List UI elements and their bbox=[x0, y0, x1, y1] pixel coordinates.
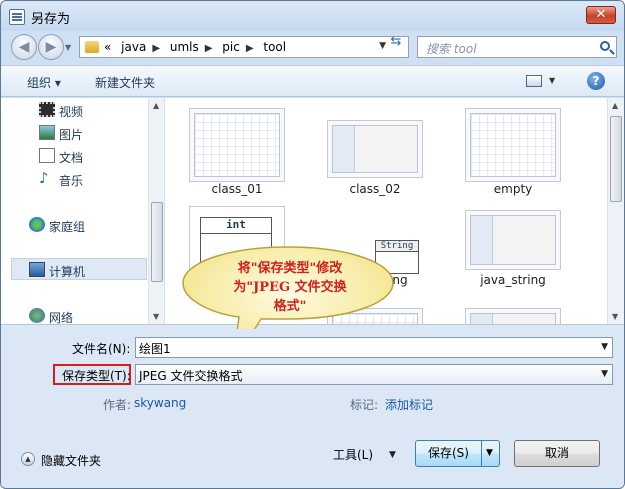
title-bar: 另存为 ✕ bbox=[1, 1, 624, 31]
sidebar-item-label: 家庭组 bbox=[49, 220, 86, 234]
chevron-down-icon[interactable]: ▼ bbox=[601, 369, 608, 379]
search-icon[interactable] bbox=[600, 41, 610, 51]
new-folder-button[interactable]: 新建文件夹 bbox=[95, 74, 155, 91]
scroll-up-icon[interactable]: ▲ bbox=[612, 101, 618, 110]
breadcrumb-item-tool[interactable]: tool bbox=[263, 40, 286, 54]
file-thumbnail[interactable] bbox=[465, 210, 561, 270]
callout-line: 为"JPEG 文件交换 bbox=[233, 280, 347, 295]
computer-icon bbox=[29, 262, 45, 277]
app-screenshot-preview bbox=[470, 215, 556, 265]
uml-class-header: int bbox=[201, 218, 271, 234]
save-as-dialog: 另存为 ✕ ◀ ▶ ▼ « java ▶ umls ▶ pic ▶ tool ▼ ⇆ … bbox=[0, 0, 625, 489]
scroll-down-icon[interactable]: ▼ bbox=[612, 312, 618, 321]
recent-pages-dropdown-icon[interactable]: ▼ bbox=[65, 43, 71, 52]
save-dropdown-icon[interactable]: ▼ bbox=[486, 441, 493, 466]
scrollbar-thumb[interactable] bbox=[610, 116, 622, 202]
refresh-icon[interactable]: ⇆ bbox=[387, 34, 405, 50]
view-dropdown-icon[interactable]: ▼ bbox=[549, 76, 555, 85]
author-value[interactable]: skywang bbox=[134, 396, 186, 410]
chevron-right-icon[interactable]: ▶ bbox=[246, 43, 254, 54]
back-button[interactable]: ◀ bbox=[11, 34, 37, 60]
search-placeholder: 搜索 tool bbox=[426, 42, 477, 56]
breadcrumb-overflow[interactable]: « bbox=[104, 40, 111, 54]
command-bar: 组织 ▾ 新建文件夹 ▼ ? bbox=[1, 65, 624, 97]
filename-input[interactable]: 绘图1 ▼ bbox=[135, 337, 613, 358]
scroll-up-icon[interactable]: ▲ bbox=[153, 101, 159, 110]
video-icon bbox=[39, 102, 55, 117]
breadcrumb: « java ▶ umls ▶ pic ▶ tool bbox=[104, 40, 292, 54]
file-name[interactable]: class_02 bbox=[320, 182, 430, 196]
cancel-button[interactable]: 取消 bbox=[514, 440, 600, 467]
file-thumbnail[interactable] bbox=[189, 108, 285, 182]
file-name[interactable]: class_01 bbox=[182, 182, 292, 196]
sidebar-item-label: 文档 bbox=[59, 151, 84, 165]
callout-line: 格式" bbox=[273, 299, 307, 314]
chevron-up-icon: ▲ bbox=[21, 452, 35, 466]
author-label: 作者: bbox=[103, 398, 132, 412]
close-button[interactable]: ✕ bbox=[586, 6, 616, 24]
tools-menu-button[interactable]: 工具(L) bbox=[333, 446, 373, 463]
chevron-right-icon[interactable]: ▶ bbox=[205, 43, 213, 54]
sidebar-item-label: 音乐 bbox=[59, 174, 84, 188]
chevron-right-icon[interactable]: ▶ bbox=[152, 43, 160, 54]
file-name[interactable]: java_string bbox=[458, 273, 568, 287]
file-thumbnail[interactable] bbox=[465, 108, 561, 182]
address-row: ◀ ▶ ▼ « java ▶ umls ▶ pic ▶ tool ▼ ⇆ 搜索 too… bbox=[1, 31, 624, 65]
breadcrumb-item-java[interactable]: java bbox=[121, 40, 146, 54]
add-tags-link[interactable]: 添加标记 bbox=[385, 396, 433, 413]
address-bar[interactable]: « java ▶ umls ▶ pic ▶ tool ▼ bbox=[79, 36, 409, 58]
sidebar-item-label: 计算机 bbox=[49, 265, 86, 279]
breadcrumb-item-pic[interactable]: pic bbox=[222, 40, 240, 54]
hide-folders-label: 隐藏文件夹 bbox=[41, 454, 102, 468]
diagram-preview bbox=[194, 113, 280, 177]
tags-label: 标记: bbox=[350, 398, 379, 412]
folder-icon bbox=[85, 41, 99, 53]
picture-icon bbox=[39, 125, 55, 140]
callout-line: 将"保存类型"修改 bbox=[237, 261, 343, 276]
tools-dropdown-icon[interactable]: ▼ bbox=[389, 450, 396, 460]
scrollbar-thumb[interactable] bbox=[151, 202, 163, 282]
navigation-scrollbar[interactable]: ▲ ▼ bbox=[148, 98, 164, 324]
app-screenshot-preview bbox=[470, 313, 556, 324]
sidebar-item-label: 图片 bbox=[59, 128, 84, 142]
sidebar-item-label: 视频 bbox=[59, 105, 84, 119]
document-icon bbox=[39, 148, 55, 163]
app-screenshot-preview bbox=[332, 125, 418, 173]
window-title: 另存为 bbox=[31, 12, 71, 27]
file-list-scrollbar[interactable]: ▲ ▼ bbox=[607, 98, 624, 324]
organize-menu-button[interactable]: 组织 ▾ bbox=[27, 74, 61, 91]
annotation-callout: 将"保存类型"修改 为"JPEG 文件交换 格式" bbox=[179, 243, 397, 329]
file-thumbnail[interactable] bbox=[465, 308, 561, 324]
file-thumbnail[interactable] bbox=[327, 120, 423, 178]
search-input[interactable]: 搜索 tool bbox=[417, 36, 617, 58]
filename-label: 文件名(N): bbox=[72, 342, 131, 356]
breadcrumb-item-umls[interactable]: umls bbox=[170, 40, 199, 54]
callout-text: 将"保存类型"修改 为"JPEG 文件交换 格式" bbox=[205, 259, 375, 316]
forward-button[interactable]: ▶ bbox=[38, 34, 64, 60]
save-options-panel: 文件名(N): 绘图1 ▼ 保存类型(T): JPEG 文件交换格式 ▼ 作者:… bbox=[1, 324, 624, 488]
diagram-preview bbox=[470, 113, 556, 177]
network-icon bbox=[29, 308, 45, 323]
homegroup-icon bbox=[29, 217, 45, 232]
save-type-select[interactable]: JPEG 文件交换格式 ▼ bbox=[135, 364, 613, 385]
save-button-label[interactable]: 保存(S) bbox=[416, 441, 482, 466]
chevron-down-icon[interactable]: ▼ bbox=[601, 342, 608, 352]
navigation-pane: 视频 图片 文档 ♪ 音乐 家庭组 计算机 网络 ▲ ▼ bbox=[1, 98, 164, 325]
filename-value: 绘图1 bbox=[139, 342, 171, 356]
file-name[interactable]: empty bbox=[458, 182, 568, 196]
save-button[interactable]: 保存(S) ▼ bbox=[415, 440, 500, 467]
music-icon: ♪ bbox=[39, 169, 49, 187]
save-type-value: JPEG 文件交换格式 bbox=[139, 369, 243, 383]
view-options-icon[interactable] bbox=[526, 75, 542, 87]
address-dropdown-icon[interactable]: ▼ bbox=[379, 41, 386, 51]
help-icon[interactable]: ? bbox=[587, 72, 605, 90]
scroll-down-icon[interactable]: ▼ bbox=[153, 312, 159, 321]
save-type-label: 保存类型(T): bbox=[62, 369, 131, 383]
app-icon bbox=[9, 9, 25, 25]
